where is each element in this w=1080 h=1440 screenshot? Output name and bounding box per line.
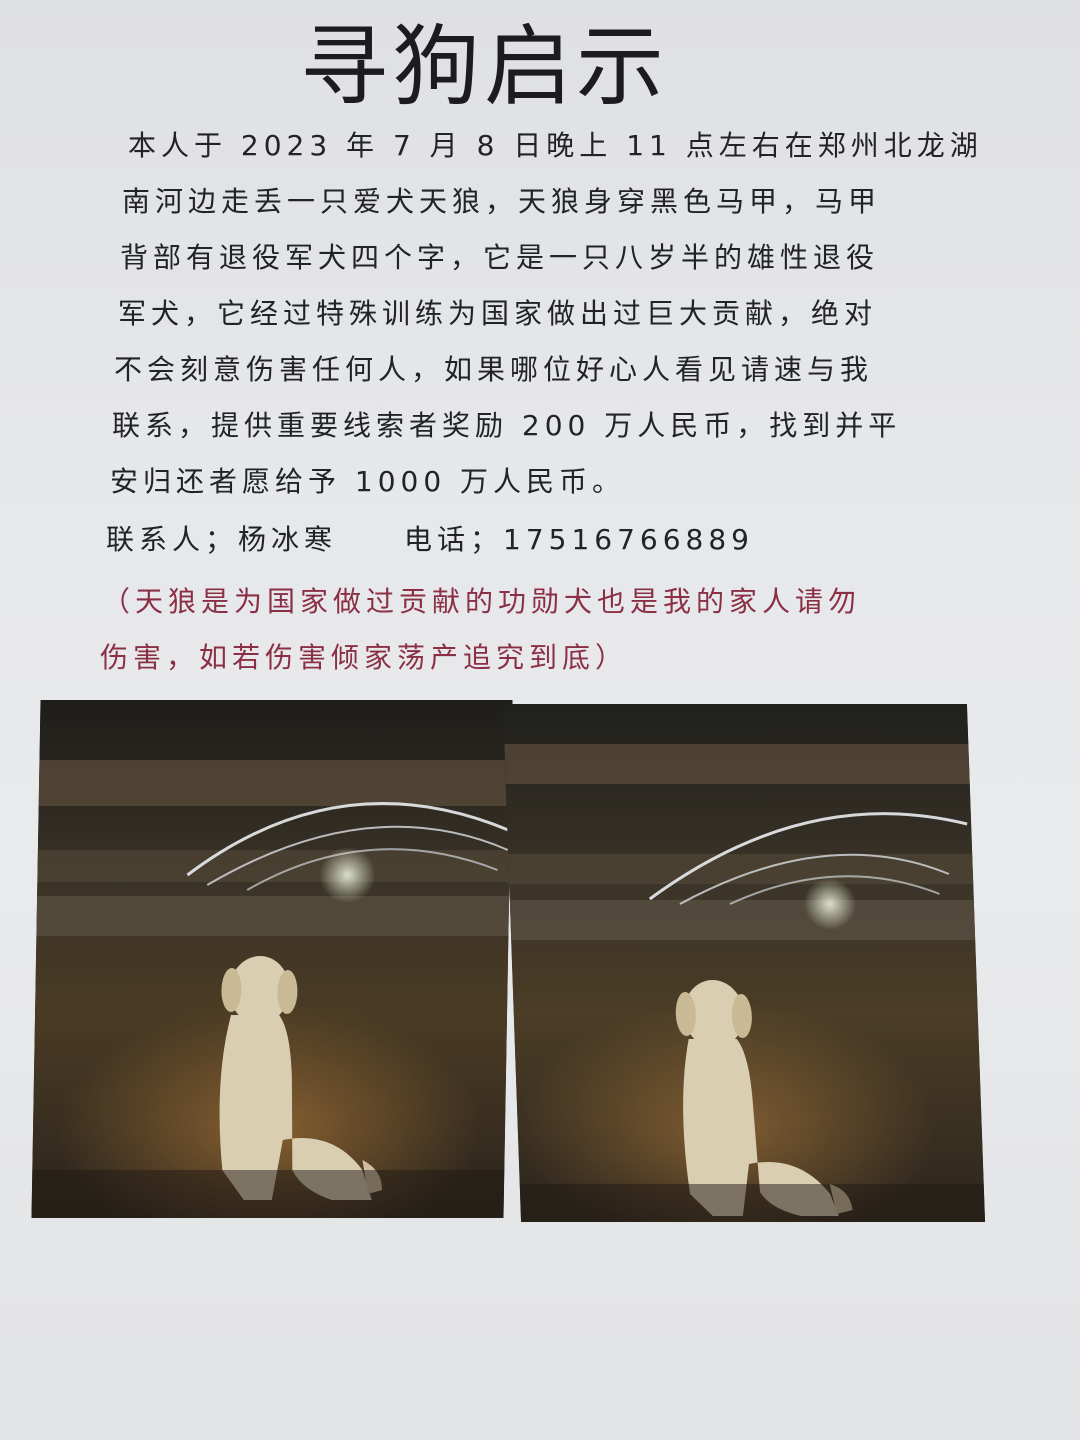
warning-note-line: 伤害，如若伤害倾家荡产追究到底） xyxy=(100,641,629,674)
body-line: 军犬，它经过特殊训练为国家做出过巨大贡献，绝对 xyxy=(118,297,878,330)
poster-title: 寻狗启示 xyxy=(300,15,669,118)
body-line: 背部有退役军犬四个字，它是一只八岁半的雄性退役 xyxy=(120,241,880,274)
warning-note-line: （天狼是为国家做过贡献的功勋犬也是我的家人请勿 xyxy=(102,585,862,618)
dog-photo-right xyxy=(502,704,986,1222)
body-line: 南河边走丢一只爱犬天狼，天狼身穿黑色马甲，马甲 xyxy=(122,185,882,218)
dog-photo-left xyxy=(31,700,513,1218)
body-line: 不会刻意伤害任何人，如果哪位好心人看见请速与我 xyxy=(114,353,874,386)
body-line: 安归还者愿给予 1000 万人民币。 xyxy=(110,465,626,498)
dog-photo-right-image xyxy=(502,704,986,1222)
poster-paper: 寻狗启示 本人于 2023 年 7 月 8 日晚上 11 点左右在郑州北龙湖 南… xyxy=(0,0,1080,1440)
contact-phone: 电话；17516766889 xyxy=(404,523,754,556)
contact-person: 联系人；杨冰寒 xyxy=(106,523,338,556)
body-line: 本人于 2023 年 7 月 8 日晚上 11 点左右在郑州北龙湖 xyxy=(128,129,983,162)
body-line: 联系，提供重要线索者奖励 200 万人民币，找到并平 xyxy=(112,409,902,442)
dog-photo-left-image xyxy=(31,700,513,1218)
